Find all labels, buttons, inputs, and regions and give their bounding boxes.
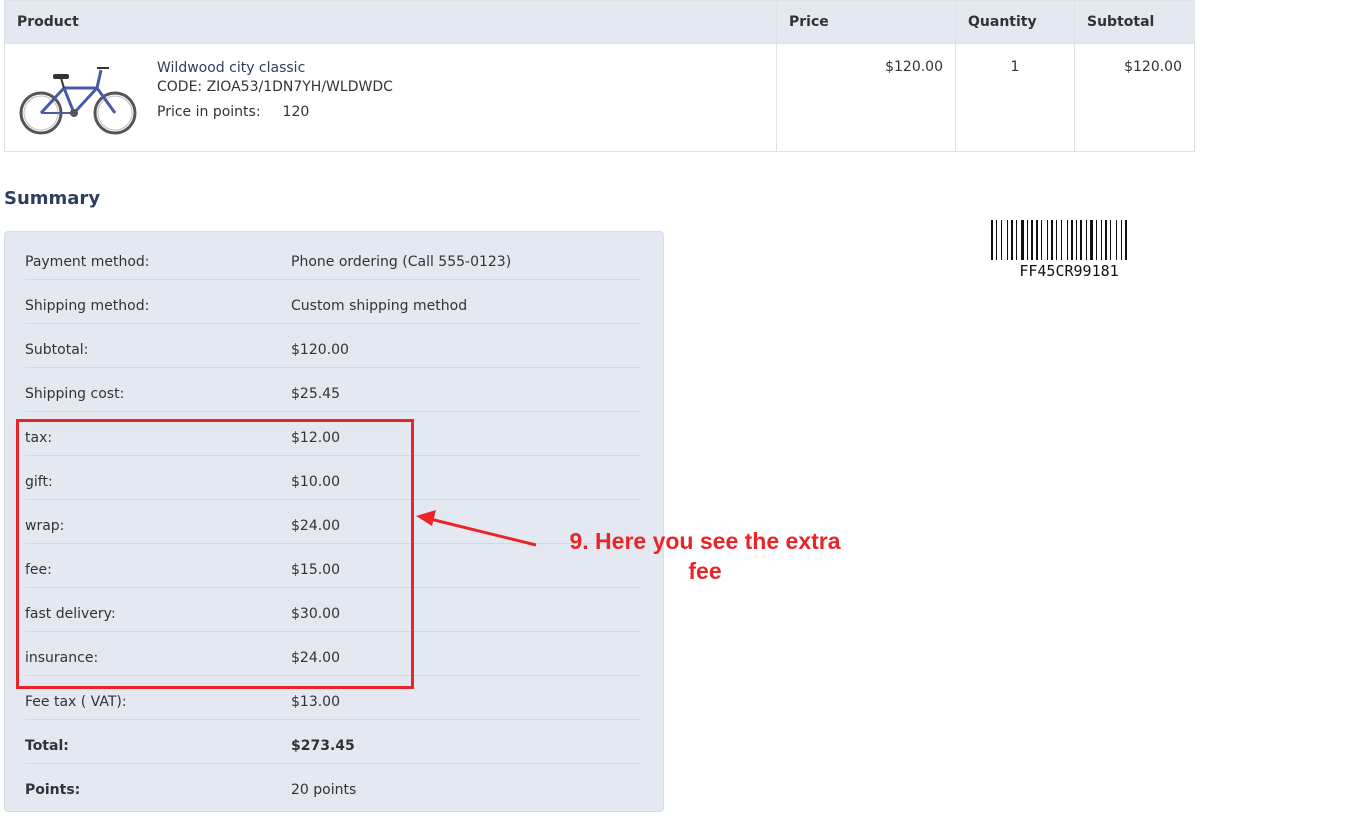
- product-cell: Wildwood city classic CODE: ZIOA53/1DN7Y…: [4, 43, 777, 152]
- summary-value: Custom shipping method: [291, 298, 468, 314]
- summary-value: 20 points: [291, 782, 357, 798]
- summary-value: $273.45: [291, 738, 355, 754]
- summary-value: $13.00: [291, 694, 340, 710]
- summary-value: $120.00: [291, 342, 349, 358]
- summary-label: Payment method:: [25, 254, 150, 270]
- product-points: Price in points: 120: [157, 103, 393, 122]
- summary-row-subtotal: Subtotal: $120.00: [25, 324, 641, 368]
- order-items-table: Product Price Quantity Subtotal Wildwood…: [4, 0, 1195, 152]
- header-product: Product: [4, 0, 777, 44]
- header-subtotal: Subtotal: [1074, 0, 1195, 44]
- summary-value: Phone ordering (Call 555-0123): [291, 254, 512, 270]
- points-value: 120: [282, 104, 310, 120]
- summary-value: $25.45: [291, 386, 340, 402]
- table-row: Wildwood city classic CODE: ZIOA53/1DN7Y…: [4, 43, 1195, 152]
- annotation-arrow: [416, 510, 537, 547]
- summary-label: Subtotal:: [25, 342, 89, 358]
- product-info: Wildwood city classic CODE: ZIOA53/1DN7Y…: [157, 59, 393, 122]
- subtotal-cell: $120.00: [1074, 43, 1195, 152]
- summary-title: Summary: [4, 188, 101, 209]
- bicycle-image: [19, 67, 137, 135]
- summary-label: Shipping method:: [25, 298, 150, 314]
- quantity-cell: 1: [955, 43, 1075, 152]
- points-label: Price in points:: [157, 104, 261, 120]
- barcode-text: FF45CR99181: [1019, 262, 1119, 280]
- table-header-row: Product Price Quantity Subtotal: [4, 0, 1195, 44]
- product-name-link[interactable]: Wildwood city classic: [157, 59, 393, 78]
- annotation-text: 9. Here you see the extra fee: [569, 528, 841, 584]
- summary-label: Shipping cost:: [25, 386, 125, 402]
- summary-row-points: Points: 20 points: [25, 764, 641, 808]
- price-cell: $120.00: [776, 43, 956, 152]
- summary-row-total: Total: $273.45: [25, 720, 641, 764]
- summary-row-payment-method: Payment method: Phone ordering (Call 555…: [25, 236, 641, 280]
- header-quantity: Quantity: [955, 0, 1075, 44]
- product-code: CODE: ZIOA53/1DN7YH/WLDWDC: [157, 79, 393, 95]
- summary-label: Total:: [25, 738, 69, 754]
- header-price: Price: [776, 0, 956, 44]
- summary-row-shipping-cost: Shipping cost: $25.45: [25, 368, 641, 412]
- annotation-highlight-box: [16, 419, 414, 689]
- summary-label: Points:: [25, 782, 81, 798]
- summary-label: Fee tax ( VAT):: [25, 694, 127, 710]
- summary-row-shipping-method: Shipping method: Custom shipping method: [25, 280, 641, 324]
